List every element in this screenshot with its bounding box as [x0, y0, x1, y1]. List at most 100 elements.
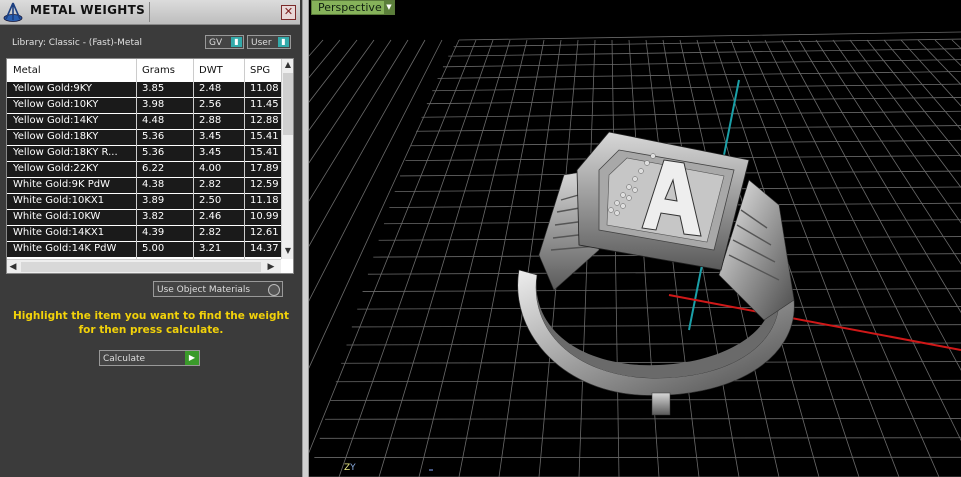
viewport-canvas[interactable] [309, 0, 961, 477]
table-row[interactable]: Yellow Gold:22KY 6.22 4.00 17.89 [7, 161, 281, 177]
table-cell-grams: 5.36 [142, 147, 165, 158]
table-cell-metal: White Gold:10KW [13, 211, 101, 222]
table-row[interactable]: Yellow Gold:9KY 3.85 2.48 11.08 [7, 81, 281, 97]
calculate-label: Calculate [103, 354, 146, 364]
metal-weights-table: Metal Grams DWT SPG Yellow Gold:9KY 3.85 2… [6, 58, 294, 274]
chevron-down-icon: ▮ [231, 37, 242, 47]
table-cell-metal: White Gold:14KX1 [13, 227, 105, 238]
table-row[interactable]: White Gold:14KX1 4.39 2.82 12.61 [7, 225, 281, 241]
panel-title: METAL WEIGHTS [30, 3, 146, 17]
panel-splitter[interactable] [302, 0, 309, 477]
column-header-metal[interactable]: Metal [13, 65, 41, 76]
scroll-up-icon[interactable]: ▲ [282, 59, 293, 71]
table-cell-dwt: 2.50 [199, 195, 222, 206]
grid-line [309, 39, 324, 57]
table-cell-grams: 3.89 [142, 195, 165, 206]
view-label: Perspective [318, 1, 382, 14]
grid-line [951, 39, 961, 49]
grid-line [357, 306, 961, 310]
table-row[interactable]: White Gold:10KW 3.82 2.46 10.99 [7, 209, 281, 225]
table-row[interactable]: White Gold:14K PdW 5.00 3.21 14.37 [7, 241, 281, 257]
titlebar-divider [149, 2, 150, 22]
column-header-spg[interactable]: SPG [250, 65, 270, 76]
table-row[interactable]: Yellow Gold:18KY R... 5.36 3.45 15.41 [7, 145, 281, 161]
grid-line [432, 83, 961, 92]
grid-line [309, 39, 358, 103]
close-icon[interactable]: ✕ [281, 5, 296, 20]
table-row[interactable]: White Gold:10KX1 3.89 2.50 11.18 [7, 193, 281, 209]
tripod-logo-icon [3, 2, 23, 22]
table-row[interactable]: Yellow Gold:10KY 3.98 2.56 11.45 [7, 97, 281, 113]
axis-y-label: Y [350, 463, 356, 473]
radio-icon[interactable] [268, 284, 280, 296]
grid-line [338, 39, 494, 477]
scrollbar-thumb[interactable] [283, 73, 293, 135]
gv-dropdown[interactable]: GV ▮ [205, 35, 244, 49]
table-cell-grams: 4.38 [142, 179, 165, 190]
grid-line [764, 39, 961, 442]
grid-line [458, 39, 545, 477]
table-cell-spg: 15.41 [250, 131, 279, 142]
perspective-viewport[interactable]: Perspective ▼ ZY [309, 0, 961, 477]
grid-line [421, 110, 961, 118]
table-cell-grams: 5.00 [142, 243, 165, 254]
table-header: Metal Grams DWT SPG [7, 59, 281, 81]
table-cell-spg: 11.18 [250, 195, 279, 206]
table-cell-metal: Yellow Gold:9KY [13, 83, 92, 94]
use-object-materials-label: Use Object Materials [157, 285, 251, 295]
grid-line [309, 39, 460, 369]
table-cell-spg: 11.08 [250, 83, 279, 94]
table-cell-grams: 3.82 [142, 211, 165, 222]
table-cell-spg: 10.99 [250, 211, 279, 222]
table-cell-dwt: 4.00 [199, 163, 222, 174]
grid-line [325, 418, 961, 420]
table-row[interactable]: Yellow Gold:18KY 5.36 3.45 15.41 [7, 129, 281, 145]
play-arrow-icon[interactable]: ▶ [185, 351, 199, 365]
library-label: Library: Classic - (Fast)-Metal [12, 38, 143, 48]
user-dropdown[interactable]: User ▮ [247, 35, 291, 49]
table-cell-metal: Yellow Gold:14KY [13, 115, 99, 126]
grid-line [448, 48, 961, 57]
grid-line [351, 324, 961, 328]
table-cell-dwt: 3.45 [199, 147, 222, 158]
table-row[interactable]: White Gold:9K PdW 4.38 2.82 12.59 [7, 177, 281, 193]
scroll-left-icon[interactable]: ◀ [7, 260, 19, 273]
grid-line [309, 39, 375, 131]
horizontal-scrollbar[interactable]: ◀ ▶ [7, 259, 281, 273]
table-cell-grams: 5.36 [142, 131, 165, 142]
grid-line [917, 39, 961, 86]
table-cell-dwt: 2.82 [199, 179, 222, 190]
table-cell-metal: White Gold:14K PdW [13, 243, 117, 254]
scroll-right-icon[interactable]: ▶ [265, 260, 277, 273]
table-cell-dwt: 2.48 [199, 83, 222, 94]
table-cell-dwt: 2.88 [199, 115, 222, 126]
user-dropdown-label: User [251, 38, 272, 48]
grid-line [410, 139, 961, 147]
perspective-view-menu[interactable]: Perspective ▼ [311, 0, 395, 15]
column-divider [244, 59, 245, 259]
vertical-scrollbar[interactable]: ▲ ▼ [281, 59, 293, 259]
column-header-dwt[interactable]: DWT [199, 65, 223, 76]
table-cell-metal: White Gold:9K PdW [13, 179, 110, 190]
table-cell-spg: 17.89 [250, 163, 279, 174]
grid-line [798, 39, 961, 314]
use-object-materials-toggle[interactable]: Use Object Materials [153, 281, 283, 297]
table-cell-grams: 3.85 [142, 83, 165, 94]
table-row[interactable]: Yellow Gold:14KY 4.48 2.88 12.88 [7, 113, 281, 129]
instruction-text: Highlight the item you want to find the … [13, 310, 289, 336]
column-header-grams[interactable]: Grams [142, 65, 175, 76]
grid-line [309, 39, 341, 79]
table-cell-grams: 4.48 [142, 115, 165, 126]
grid-line [453, 38, 961, 48]
calculate-button[interactable]: Calculate ▶ [99, 350, 200, 366]
grid-line [367, 270, 961, 275]
scroll-down-icon[interactable]: ▼ [282, 245, 293, 257]
chevron-down-icon[interactable]: ▼ [384, 1, 394, 14]
grid-line [309, 39, 477, 454]
grid-line [309, 39, 409, 202]
grid-line [781, 39, 961, 371]
scrollbar-thumb[interactable] [21, 262, 261, 272]
table-cell-spg: 11.45 [250, 99, 279, 110]
table-cell-dwt: 2.82 [199, 227, 222, 238]
gv-dropdown-label: GV [209, 38, 223, 48]
